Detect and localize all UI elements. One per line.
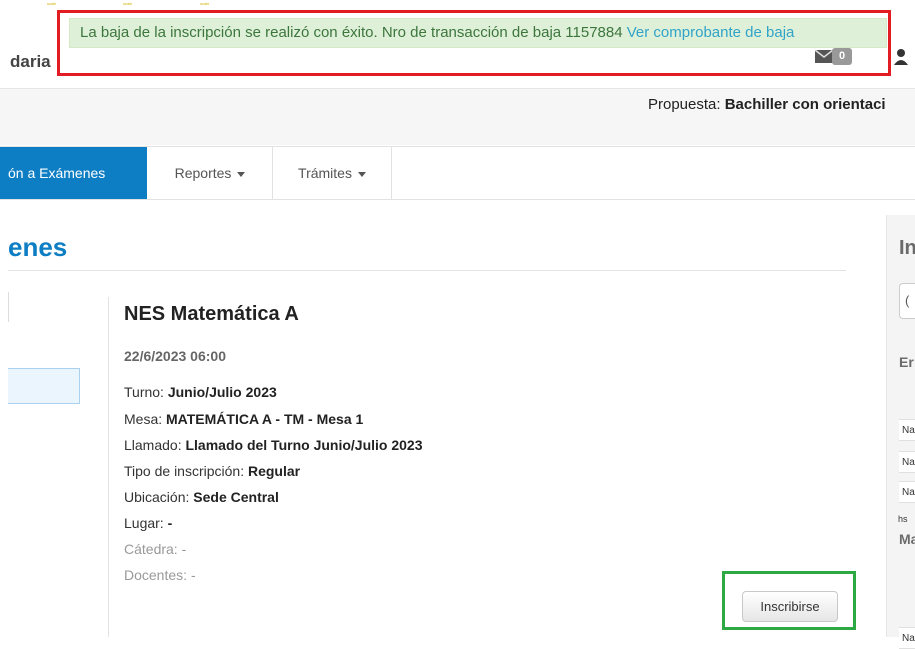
highlight-box-green xyxy=(722,571,856,630)
field-value: - xyxy=(181,541,187,557)
field-value: Llamado del Turno Junio/Julio 2023 xyxy=(185,437,423,453)
exam-detail-border xyxy=(108,297,109,637)
exam-field-turno: Turno: Junio/Julio 2023 xyxy=(124,384,277,400)
user-icon xyxy=(894,49,908,65)
field-value: Junio/Julio 2023 xyxy=(167,384,277,400)
divider xyxy=(8,270,846,271)
field-label: Lugar: xyxy=(124,515,164,531)
field-value: - xyxy=(167,515,173,531)
propuesta-label: Propuesta: xyxy=(648,96,721,113)
field-value: Sede Central xyxy=(193,489,279,505)
exam-field-docentes: Docentes: - xyxy=(124,567,196,583)
exam-field-ubicacion: Ubicación: Sede Central xyxy=(124,489,279,505)
exam-field-tipo: Tipo de inscripción: Regular xyxy=(124,463,300,479)
field-label: Ubicación: xyxy=(124,489,190,505)
exam-field-lugar: Lugar: - xyxy=(124,515,172,531)
nav-item-label: Reportes xyxy=(174,165,232,181)
highlight-box-red xyxy=(57,10,891,76)
exam-field-llamado: Llamado: Llamado del Turno Junio/Julio 2… xyxy=(124,437,423,453)
page-title: enes xyxy=(8,232,68,262)
user-menu[interactable] xyxy=(893,48,909,66)
field-label: Mesa: xyxy=(124,411,163,427)
right-panel-select-text: ( xyxy=(905,293,910,308)
main-nav: ón a Exámenes Reportes Trámites xyxy=(0,146,915,200)
nav-item-reportes[interactable]: Reportes xyxy=(148,147,273,199)
field-label: Tipo de inscripción: xyxy=(124,463,245,479)
top-mark: scale xyxy=(47,1,57,6)
top-mark: scale xyxy=(200,1,210,6)
exam-date: 22/6/2023 06:00 xyxy=(124,348,226,364)
right-panel-title: In xyxy=(899,237,915,259)
propuesta-info: Propuesta: Bachiller con orientaci xyxy=(648,96,886,113)
exam-title: NES Matemática A xyxy=(124,303,299,325)
nav-item-tramites[interactable]: Trámites xyxy=(273,147,392,199)
right-panel-hs: hs xyxy=(898,514,908,524)
right-panel-row: Na xyxy=(899,481,915,503)
field-value: - xyxy=(190,567,196,583)
right-panel-row: Na xyxy=(899,451,915,473)
exam-field-mesa: Mesa: MATEMÁTICA A - TM - Mesa 1 xyxy=(124,411,363,427)
field-label: Llamado: xyxy=(124,437,182,453)
right-panel-heading: Er xyxy=(899,354,914,370)
brand-name: daria xyxy=(10,52,51,71)
right-panel-row: Na xyxy=(899,419,915,441)
nav-item-examenes[interactable]: ón a Exámenes xyxy=(0,147,147,199)
left-selected-item[interactable] xyxy=(8,368,80,404)
field-value: Regular xyxy=(247,463,301,479)
left-column-edge xyxy=(8,292,9,322)
nav-item-label: Trámites xyxy=(298,165,352,181)
field-label: Cátedra: xyxy=(124,541,178,557)
right-panel-row: Na xyxy=(899,627,915,649)
right-panel-select[interactable]: ( xyxy=(899,283,915,319)
field-label: Turno: xyxy=(124,384,164,400)
field-label: Docentes: xyxy=(124,567,188,583)
nav-item-label: ón a Exámenes xyxy=(8,165,106,181)
top-mark: scale xyxy=(123,1,133,6)
exam-field-catedra: Cátedra: - xyxy=(124,541,186,557)
right-panel-heading: Ma xyxy=(899,531,915,547)
caret-down-icon xyxy=(237,171,246,177)
caret-down-icon xyxy=(357,171,366,177)
field-value: MATEMÁTICA A - TM - Mesa 1 xyxy=(166,411,364,427)
propuesta-value: Bachiller con orientaci xyxy=(724,96,886,113)
